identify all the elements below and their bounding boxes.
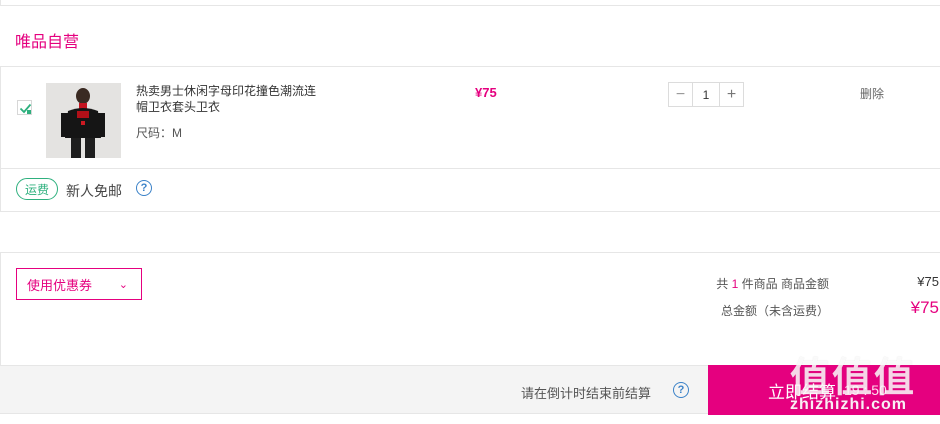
countdown-help-icon[interactable]: ? [673,382,689,398]
countdown-timer: 19 : 50 [844,382,887,398]
count-suffix: 件商品 商品金额 [741,277,829,291]
divider [1,168,940,169]
countdown-tip: 请在倒计时结束前结算 [521,386,652,401]
coupon-label: 使用优惠券 [27,277,93,293]
quantity-decrease-button[interactable]: − [669,83,693,106]
product-photo [46,83,121,158]
count-prefix: 共 [716,277,729,291]
product-name[interactable]: 热卖男士休闲字母印花撞色潮流连帽卫衣套头卫衣 [136,83,326,115]
order-summary: 使用优惠券 ⌄ 共 1 件商品 商品金额 ¥75 总金额（未含运费） ¥75 [0,252,940,366]
product-price: ¥75 [475,85,497,100]
previous-card-edge [0,0,940,6]
store-title: 唯品自营 [15,34,80,51]
delete-button[interactable]: 删除 [860,85,884,102]
goods-amount: ¥75 [917,274,939,289]
shipping-help-icon[interactable]: ? [136,180,152,196]
checkmark-icon [19,103,32,114]
product-spec: 尺码：M [136,126,182,140]
product-thumbnail[interactable] [46,83,121,158]
checkout-bar: 请在倒计时结束前结算 ? 立即结算 19 : 50 [0,365,940,415]
item-count: 1 [731,277,739,291]
checkout-label: 立即结算 [768,382,836,402]
quantity-input[interactable]: 1 [693,83,719,106]
shipping-badge: 运费 [16,178,58,200]
quantity-increase-button[interactable]: + [719,83,743,106]
chevron-down-icon: ⌄ [118,279,128,291]
total-amount: ¥75 [910,298,939,317]
checkout-button[interactable]: 立即结算 19 : 50 [708,365,940,415]
shipping-text: 新人免邮 [66,183,122,199]
coupon-button[interactable]: 使用优惠券 ⌄ [16,268,142,300]
item-checkbox[interactable] [17,100,32,115]
total-label: 总金额（未含运费） [720,304,829,318]
cart-item-block: 热卖男士休闲字母印花撞色潮流连帽卫衣套头卫衣 尺码：M ¥75 − 1 + 删除… [0,66,940,212]
quantity-stepper: − 1 + [668,82,744,107]
item-count-line: 共 1 件商品 商品金额 [716,275,829,292]
